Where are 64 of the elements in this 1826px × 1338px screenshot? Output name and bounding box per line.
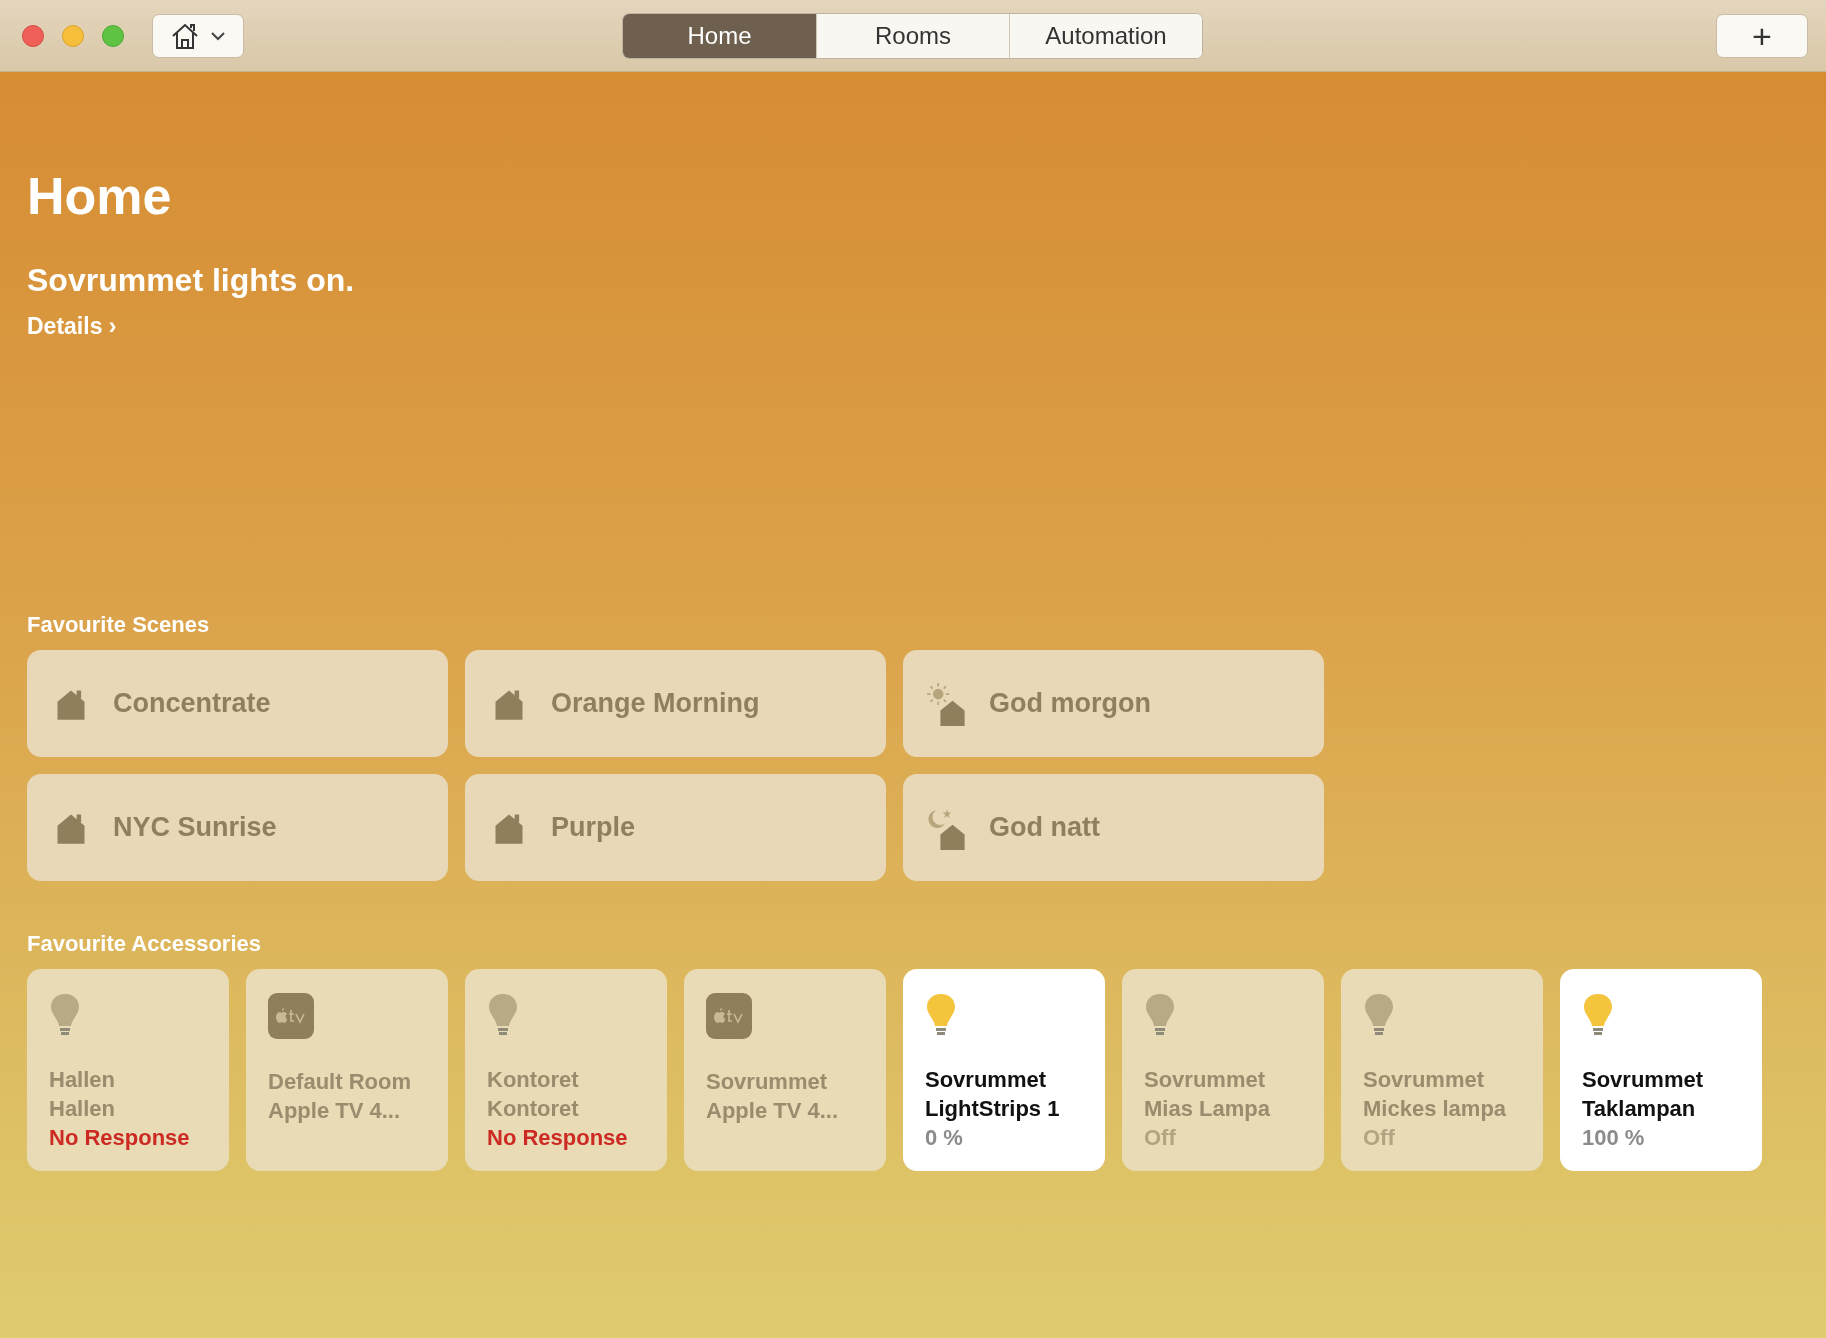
accessory-tile[interactable]: Kontoret Kontoret No Response: [465, 969, 667, 1171]
accessory-tile[interactable]: Sovrummet Mickes lampa Off: [1341, 969, 1543, 1171]
accessory-name: Mickes lampa: [1363, 1095, 1507, 1123]
accessory-name: Apple TV 4...: [706, 1097, 839, 1125]
tv-icon: [706, 993, 752, 1039]
scene-tile[interactable]: Concentrate: [27, 650, 448, 757]
accessory-room: Sovrummet: [1144, 1066, 1267, 1094]
accessory-tile[interactable]: Sovrummet LightStrips 1 0 %: [903, 969, 1105, 1171]
zoom-button[interactable]: [102, 24, 124, 47]
accessory-status: Off: [1363, 1124, 1396, 1152]
scene-name: Concentrate: [113, 688, 271, 719]
accessory-name: LightStrips 1: [925, 1095, 1060, 1123]
tab[interactable]: Automation: [1009, 14, 1202, 58]
accessory-name: Mias Lampa: [1144, 1095, 1270, 1123]
scene-tile[interactable]: Orange Morning: [465, 650, 886, 757]
scene-tile[interactable]: Purple: [465, 774, 886, 881]
status-headline: Sovrummet lights on.: [27, 262, 355, 299]
light-bulb-icon: [926, 993, 956, 1037]
light-bulb-icon: [488, 993, 518, 1037]
page-title: Home: [27, 170, 172, 222]
accessory-room: Sovrummet: [1582, 1066, 1704, 1094]
accessory-status: 100 %: [1582, 1124, 1646, 1152]
accessory-room: Kontoret: [487, 1066, 580, 1094]
scene-tile[interactable]: NYC Sunrise: [27, 774, 448, 881]
section-heading: Favourite Accessories: [27, 931, 261, 957]
light-bulb-icon: [1145, 993, 1175, 1037]
accessory-room: Default Room: [268, 1068, 411, 1096]
light-bulb-icon: [1583, 993, 1613, 1037]
accessory-tile[interactable]: Hallen Hallen No Response: [27, 969, 229, 1171]
accessory-status: Off: [1144, 1124, 1177, 1152]
scene-name: Purple: [551, 812, 636, 843]
scene-name: Orange Morning: [551, 688, 760, 719]
accessory-tile[interactable]: Default Room Apple TV 4...: [246, 969, 448, 1171]
scene-tile[interactable]: God morgon: [903, 650, 1324, 757]
accessory-tile[interactable]: Sovrummet Apple TV 4...: [684, 969, 886, 1171]
accessory-name: Apple TV 4...: [268, 1097, 402, 1125]
tab[interactable]: Home: [623, 14, 816, 58]
close-button[interactable]: [22, 24, 44, 47]
tv-icon: [268, 993, 314, 1039]
accessory-room: Sovrummet: [706, 1068, 829, 1096]
light-bulb-icon: [50, 993, 80, 1037]
accessory-status: 0 %: [925, 1124, 964, 1152]
home-menu-button[interactable]: [152, 13, 244, 58]
accessory-name: Hallen: [49, 1095, 117, 1123]
scene-name: God morgon: [989, 688, 1151, 719]
add-button[interactable]: +: [1716, 13, 1808, 58]
accessory-room: Sovrummet: [1363, 1066, 1486, 1094]
accessory-status: No Response: [487, 1124, 628, 1152]
accessory-name: Kontoret: [487, 1095, 580, 1123]
accessory-name: Taklampan: [1582, 1095, 1697, 1123]
chevron-down-icon: [210, 30, 226, 41]
house-icon: [170, 21, 200, 50]
accessory-room: Hallen: [49, 1066, 117, 1094]
scene-tile[interactable]: God natt: [903, 774, 1324, 881]
section-heading: Favourite Scenes: [27, 612, 210, 638]
minimize-button[interactable]: [62, 24, 84, 47]
accessory-status: No Response: [49, 1124, 190, 1152]
light-bulb-icon: [1364, 993, 1394, 1037]
accessory-tile[interactable]: Sovrummet Mias Lampa Off: [1122, 969, 1324, 1171]
accessory-tile[interactable]: Sovrummet Taklampan 100 %: [1560, 969, 1762, 1171]
scene-name: NYC Sunrise: [113, 812, 277, 843]
details-link[interactable]: Details ›: [27, 313, 117, 340]
accessory-room: Sovrummet: [925, 1066, 1048, 1094]
scene-name: God natt: [989, 812, 1100, 843]
